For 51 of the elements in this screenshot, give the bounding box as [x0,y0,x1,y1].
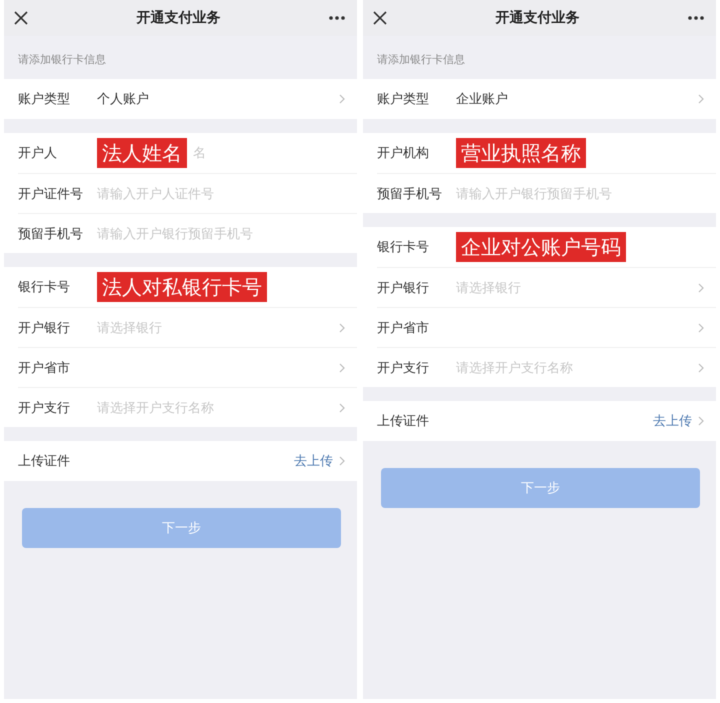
annotation-label: 企业对公账户号码 [456,232,626,262]
field-label: 开户银行 [18,320,71,336]
upload-link[interactable]: 去上传 [653,412,692,430]
field-label: 开户证件号 [18,186,84,202]
section-hint: 请添加银行卡信息 [376,52,466,68]
field-label: 开户省市 [377,320,430,336]
input-field[interactable]: 名 [193,141,345,165]
field-label: 银行卡号 [18,279,71,296]
input-field[interactable]: 请输入开户人证件号 [97,182,345,206]
chevron-icon [698,322,704,332]
input-field[interactable]: 请输入开户银行预留手机号 [97,222,345,246]
annotation-label: 法人姓名 [97,138,187,168]
close-icon[interactable] [373,11,387,25]
chevron-icon [339,362,345,372]
field-label: 预留手机号 [377,186,443,202]
page-title: 开通支付业务 [494,9,580,27]
chevron-icon [339,456,345,466]
annotation-label: 法人对私银行卡号 [97,272,267,302]
select-field[interactable]: 请选择银行 [97,316,333,340]
chevron-icon [698,94,704,104]
close-icon[interactable] [14,11,28,25]
field-label: 银行卡号 [377,239,430,256]
page-title: 开通支付业务 [136,9,222,27]
chevron-icon [339,94,345,104]
more-icon[interactable] [688,16,704,20]
select-field[interactable]: 请选择开户支行名称 [456,356,692,380]
chevron-icon [698,362,704,372]
section-hint: 请添加银行卡信息 [17,52,107,68]
field-label: 上传证件 [18,453,71,470]
field-label: 开户人 [18,145,58,162]
field-label: 预留手机号 [18,226,84,242]
annotation-label: 营业执照名称 [456,138,586,168]
chevron-icon [339,322,345,332]
field-label: 开户支行 [18,400,71,416]
field-label: 开户支行 [377,360,430,376]
chevron-icon [698,282,704,292]
select-field[interactable]: 请选择开户支行名称 [97,396,333,420]
chevron-icon [339,402,345,412]
select-field[interactable]: 请选择银行 [456,276,692,300]
select-field[interactable]: 企业账户 [456,87,692,111]
upload-link[interactable]: 去上传 [294,452,333,470]
input-field[interactable]: 请输入开户银行预留手机号 [456,182,704,206]
select-field[interactable]: 个人账户 [97,87,333,111]
field-label: 开户省市 [18,360,71,376]
more-icon[interactable] [329,16,345,20]
chevron-icon [698,416,704,426]
field-label: 上传证件 [377,413,430,430]
field-label: 账户类型 [377,91,430,108]
field-label: 开户机构 [377,145,430,162]
field-label: 账户类型 [18,91,71,108]
field-label: 开户银行 [377,280,430,296]
